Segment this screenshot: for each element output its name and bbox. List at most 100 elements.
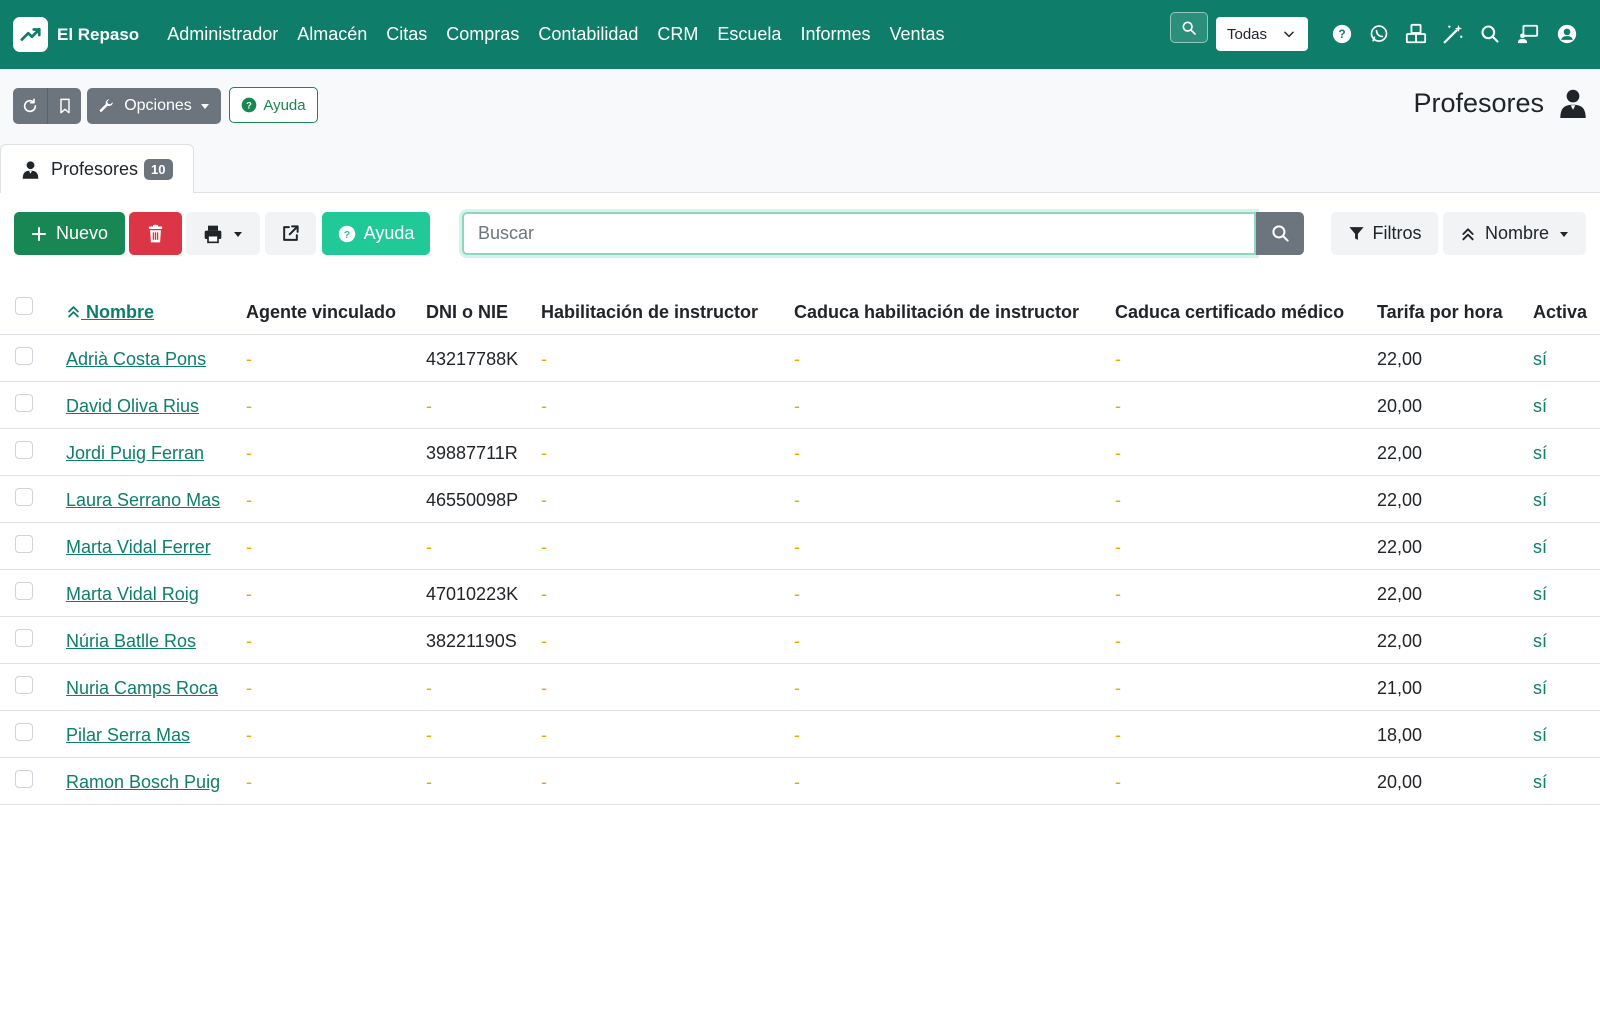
help-outline-button[interactable]: ? Ayuda	[229, 87, 318, 123]
options-button[interactable]: Opciones	[87, 88, 221, 124]
printer-icon	[204, 225, 222, 243]
menu-item-informes[interactable]: Informes	[800, 24, 870, 45]
cell-agente: -	[246, 631, 252, 651]
order-by-button[interactable]: Nombre	[1443, 212, 1586, 255]
whatsapp-icon[interactable]	[1367, 22, 1391, 46]
table-header: Nombre Agente vinculado DNI o NIE Habili…	[0, 285, 1600, 335]
table-row[interactable]: Laura Serrano Mas - 46550098P - - - 22,00 sí	[0, 476, 1600, 523]
external-link-icon	[283, 225, 299, 241]
brand[interactable]: El Repaso	[13, 17, 139, 52]
table-row[interactable]: Marta Vidal Ferrer - - - - - 22,00 sí	[0, 523, 1600, 570]
help-icon[interactable]: ?	[1330, 22, 1354, 46]
cell-agente: -	[246, 490, 252, 510]
open-external-button[interactable]	[265, 212, 316, 255]
new-button[interactable]: Nuevo	[14, 212, 125, 255]
row-checkbox[interactable]	[15, 770, 33, 788]
refresh-button[interactable]	[13, 88, 47, 124]
row-checkbox[interactable]	[15, 723, 33, 741]
user-circle-icon[interactable]	[1555, 22, 1579, 46]
bookmark-button[interactable]	[47, 88, 81, 124]
filters-button[interactable]: Filtros	[1331, 212, 1438, 255]
cell-nombre[interactable]: David Oliva Rius	[66, 396, 199, 417]
cell-activa: sí	[1533, 396, 1548, 416]
navbar-search-button[interactable]	[1170, 12, 1208, 43]
cell-nombre[interactable]: Marta Vidal Roig	[66, 584, 199, 605]
table-row[interactable]: David Oliva Rius - - - - - 20,00 sí	[0, 382, 1600, 429]
row-checkbox[interactable]	[15, 676, 33, 694]
table-row[interactable]: Adrià Costa Pons - 43217788K - - - 22,00 sí	[0, 335, 1600, 382]
table-row[interactable]: Pilar Serra Mas - - - - - 18,00 sí	[0, 711, 1600, 758]
column-header-caduca-habilitacion[interactable]: Caduca habilitación de instructor	[794, 302, 1079, 323]
cell-nombre[interactable]: Nuria Camps Roca	[66, 678, 218, 699]
row-checkbox[interactable]	[15, 582, 33, 600]
search-input[interactable]	[462, 212, 1256, 255]
search-button[interactable]	[1256, 212, 1304, 255]
cell-activa: sí	[1533, 631, 1548, 651]
cell-nombre[interactable]: Jordi Puig Ferran	[66, 443, 204, 464]
table-row[interactable]: Marta Vidal Roig - 47010223K - - - 22,00 sí	[0, 570, 1600, 617]
menu-item-ventas[interactable]: Ventas	[889, 24, 944, 45]
magic-wand-icon[interactable]	[1441, 22, 1465, 46]
cell-caduca-certificado: -	[1115, 772, 1121, 792]
menu-item-almacen[interactable]: Almacén	[297, 24, 367, 45]
cell-nombre[interactable]: Laura Serrano Mas	[66, 490, 220, 511]
cell-activa: sí	[1533, 584, 1548, 604]
column-header-nombre[interactable]: Nombre	[66, 302, 154, 323]
cell-habilitacion: -	[541, 631, 547, 651]
options-label: Opciones	[124, 97, 192, 114]
table-row[interactable]: Nuria Camps Roca - - - - - 21,00 sí	[0, 664, 1600, 711]
table-row[interactable]: Ramon Bosch Puig - - - - - 20,00 sí	[0, 758, 1600, 805]
row-checkbox[interactable]	[15, 629, 33, 647]
select-all-checkbox[interactable]	[15, 297, 33, 315]
column-header-tarifa[interactable]: Tarifa por hora	[1377, 302, 1503, 323]
company-select[interactable]: Todas	[1216, 17, 1308, 51]
cell-habilitacion: -	[541, 537, 547, 557]
print-button[interactable]	[186, 212, 260, 255]
cell-nombre[interactable]: Adrià Costa Pons	[66, 349, 206, 370]
column-header-activa[interactable]: Activa	[1533, 302, 1587, 323]
cell-tarifa: 22,00	[1377, 490, 1423, 510]
cell-nombre[interactable]: Pilar Serra Mas	[66, 725, 190, 746]
menu-item-escuela[interactable]: Escuela	[717, 24, 781, 45]
search-icon[interactable]	[1478, 22, 1502, 46]
cell-nombre[interactable]: Ramon Bosch Puig	[66, 772, 220, 793]
column-header-caduca-certificado[interactable]: Caduca certificado médico	[1115, 302, 1344, 323]
chalkboard-user-icon[interactable]	[1516, 22, 1540, 46]
page-actions: Opciones	[13, 88, 221, 124]
cubes-icon[interactable]	[1404, 22, 1428, 46]
caret-down-icon	[200, 104, 209, 109]
tab-profesores[interactable]: Profesores 10	[0, 144, 194, 193]
cell-tarifa: 20,00	[1377, 772, 1423, 792]
menu-item-contabilidad[interactable]: Contabilidad	[538, 24, 638, 45]
cell-dni: 43217788K	[426, 349, 519, 369]
row-checkbox[interactable]	[15, 347, 33, 365]
table-row[interactable]: Jordi Puig Ferran - 39887711R - - - 22,00 sí	[0, 429, 1600, 476]
cell-agente: -	[246, 349, 252, 369]
row-checkbox[interactable]	[15, 535, 33, 553]
cell-agente: -	[246, 725, 252, 745]
help-button[interactable]: ? Ayuda	[322, 212, 430, 255]
cell-caduca-habilitacion: -	[794, 443, 800, 463]
delete-button[interactable]	[129, 212, 182, 255]
column-header-habilitacion[interactable]: Habilitación de instructor	[541, 302, 758, 323]
top-navbar: El Repaso Administrador Almacén Citas Co…	[0, 0, 1600, 69]
cell-nombre[interactable]: Núria Batlle Ros	[66, 631, 196, 652]
menu-item-citas[interactable]: Citas	[386, 24, 427, 45]
column-header-agente[interactable]: Agente vinculado	[246, 302, 396, 323]
column-header-dni[interactable]: DNI o NIE	[426, 302, 508, 323]
menu-item-administrador[interactable]: Administrador	[167, 24, 278, 45]
cell-dni: -	[426, 396, 432, 416]
double-chevron-up-icon	[68, 306, 79, 318]
cell-nombre[interactable]: Marta Vidal Ferrer	[66, 537, 211, 558]
table-row[interactable]: Núria Batlle Ros - 38221190S - - - 22,00 sí	[0, 617, 1600, 664]
menu-item-crm[interactable]: CRM	[657, 24, 698, 45]
menu-item-compras[interactable]: Compras	[446, 24, 519, 45]
cell-agente: -	[246, 537, 252, 557]
filters-label: Filtros	[1372, 223, 1422, 243]
cell-caduca-habilitacion: -	[794, 537, 800, 557]
row-checkbox[interactable]	[15, 394, 33, 412]
row-checkbox[interactable]	[15, 488, 33, 506]
row-checkbox[interactable]	[15, 441, 33, 459]
cell-agente: -	[246, 443, 252, 463]
svg-text:?: ?	[247, 100, 253, 110]
